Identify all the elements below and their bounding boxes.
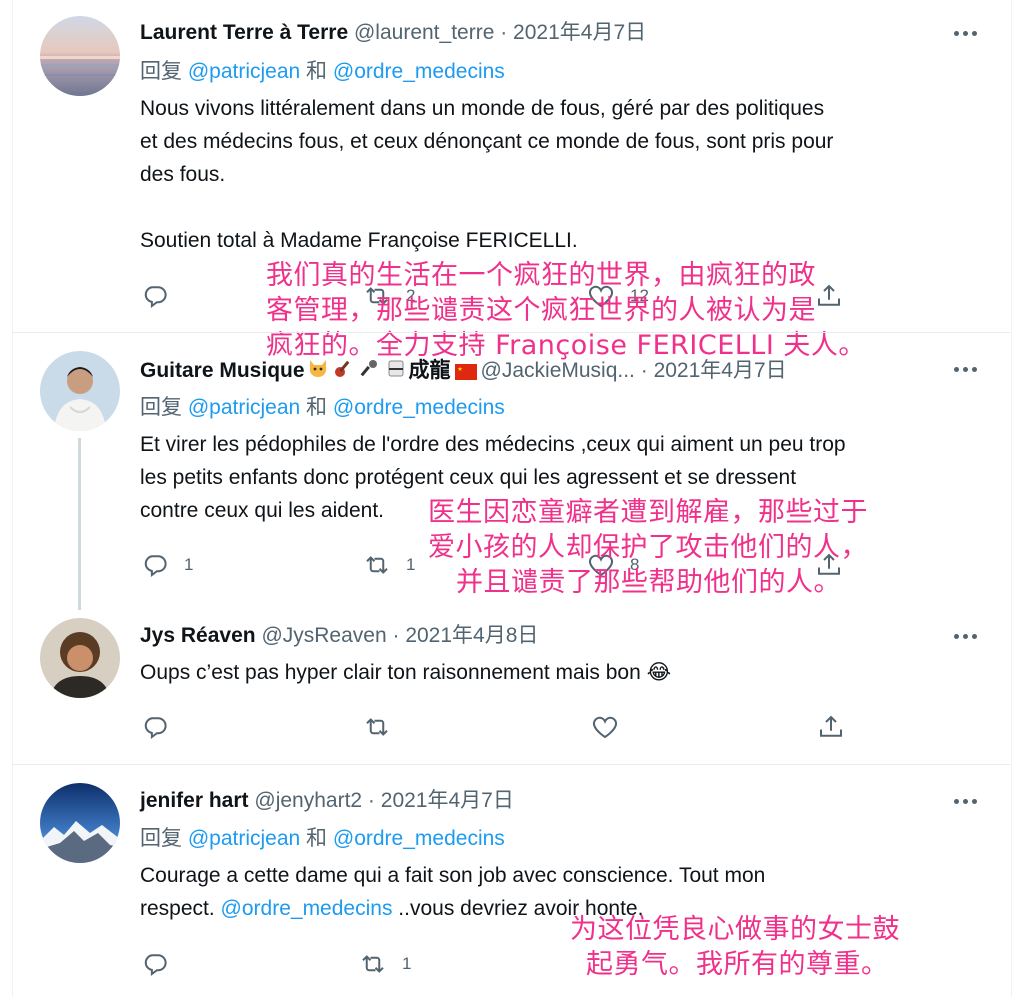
- thread-connector: [78, 438, 81, 610]
- microphone-emoji-icon: [358, 356, 382, 387]
- tweet-header: jenifer hart @jenyhart2 · 2021年4月7日: [140, 788, 514, 814]
- timestamp[interactable]: 2021年4月7日: [654, 359, 787, 382]
- mention-link[interactable]: @patricjean: [188, 396, 300, 419]
- display-name[interactable]: Jys Réaven: [140, 624, 256, 647]
- reply-icon: [144, 954, 167, 976]
- timestamp[interactable]: 2021年4月7日: [381, 789, 514, 812]
- tweet-thread-page: Laurent Terre à Terre @laurent_terre · 2…: [0, 0, 1024, 997]
- retweet-icon: [366, 718, 388, 736]
- separator: ·: [362, 789, 381, 812]
- mention-link[interactable]: @ordre_medecins: [333, 60, 505, 83]
- overlay-line: 为这位凭良心做事的女士鼓: [570, 914, 900, 945]
- reply-button[interactable]: 1: [140, 549, 193, 581]
- replying-to: 回复 @patricjean 和 @ordre_medecins: [140, 395, 505, 421]
- like-button[interactable]: [590, 711, 634, 743]
- reply-prefix: 回复: [140, 827, 188, 850]
- mention-link[interactable]: @ordre_medecins: [221, 897, 393, 920]
- display-name[interactable]: jenifer hart: [140, 789, 249, 812]
- china-flag-icon: [454, 363, 477, 380]
- retweet-button[interactable]: 1: [362, 549, 415, 581]
- retweet-button[interactable]: 1: [358, 948, 411, 980]
- overlay-line: 我们真的生活在一个疯狂的世界，由疯狂的政: [266, 260, 816, 291]
- retweet-count: 1: [402, 954, 412, 973]
- overlay-line: 并且谴责了那些帮助他们的人。: [456, 567, 841, 598]
- tweet-header: Jys Réaven @JysReaven · 2021年4月8日: [140, 623, 538, 649]
- reply-and: 和: [300, 396, 333, 419]
- translation-overlay: 我们真的生活在一个疯狂的世界，由疯狂的政 客管理，那些谴责这个疯狂世界的人被认为…: [266, 258, 866, 363]
- retweet-icon: [362, 955, 384, 973]
- separator: ·: [494, 21, 514, 44]
- translation-overlay: 为这位凭良心做事的女士鼓 起勇气。我所有的尊重。: [570, 912, 900, 982]
- avatar-landscape-image: [40, 16, 120, 96]
- guitar-emoji-icon: [332, 356, 356, 387]
- retweet-icon: [366, 556, 388, 574]
- retweet-button[interactable]: [362, 711, 406, 743]
- reply-and: 和: [300, 827, 333, 850]
- more-options-icon[interactable]: [950, 798, 982, 806]
- separator: ·: [634, 359, 654, 383]
- handle[interactable]: @JysReaven: [261, 624, 386, 647]
- handle[interactable]: @JackieMusiq...: [481, 359, 635, 382]
- display-name-suffix: 成龍: [408, 359, 451, 383]
- share-icon: [820, 715, 842, 737]
- display-name[interactable]: Laurent Terre à Terre: [140, 21, 348, 44]
- reply-icon: [144, 286, 167, 308]
- mention-link[interactable]: @patricjean: [188, 60, 300, 83]
- martial-arts-emoji-icon: [384, 356, 408, 387]
- tweet-text: Nous vivons littéralement dans un monde …: [140, 97, 834, 252]
- overlay-line: 医生因恋童癖者遭到解雇，那些过于: [428, 497, 868, 528]
- avatar[interactable]: [40, 16, 120, 96]
- avatar-person-image: [40, 351, 120, 431]
- overlay-line: 起勇气。我所有的尊重。: [586, 949, 889, 980]
- avatar[interactable]: [40, 618, 120, 698]
- mention-link[interactable]: @patricjean: [188, 827, 300, 850]
- divider: [12, 332, 1010, 333]
- reply-icon: [144, 717, 167, 739]
- reply-button[interactable]: [140, 280, 184, 312]
- reply-prefix: 回复: [140, 396, 188, 419]
- avatar-mountain-image: [40, 783, 120, 863]
- avatar[interactable]: [40, 783, 120, 863]
- replying-to: 回复 @patricjean 和 @ordre_medecins: [140, 826, 505, 852]
- timestamp[interactable]: 2021年4月7日: [513, 21, 646, 44]
- reply-count: 1: [184, 555, 194, 574]
- reply-icon: [144, 555, 167, 577]
- reply-prefix: 回复: [140, 60, 188, 83]
- tweet-header: Guitare Musique 成龍 @JackieMusiq... · 2021年…: [140, 356, 787, 387]
- more-options-icon[interactable]: [950, 633, 982, 641]
- divider: [12, 764, 1010, 765]
- tweet-header: Laurent Terre à Terre @laurent_terre · 2…: [140, 20, 646, 46]
- reply-button[interactable]: [140, 948, 184, 980]
- tweet-text: Oups c’est pas hyper clair ton raisonnem…: [140, 661, 672, 684]
- translation-overlay: 医生因恋童癖者遭到解雇，那些过于 爱小孩的人却保护了攻击他们的人， 并且谴责了那…: [428, 495, 868, 600]
- handle[interactable]: @laurent_terre: [354, 21, 494, 44]
- reply-button[interactable]: [140, 711, 184, 743]
- heart-icon: [592, 716, 618, 739]
- retweet-count: 1: [406, 555, 416, 574]
- overlay-line: 爱小孩的人却保护了攻击他们的人，: [428, 532, 868, 563]
- mention-link[interactable]: @ordre_medecins: [333, 827, 505, 850]
- reply-and: 和: [300, 60, 333, 83]
- display-name[interactable]: Guitare Musique: [140, 359, 305, 382]
- tweet-actions: [140, 711, 860, 743]
- handle[interactable]: @jenyhart2: [254, 789, 362, 812]
- share-button[interactable]: [816, 711, 846, 743]
- avatar[interactable]: [40, 351, 120, 431]
- timestamp[interactable]: 2021年4月8日: [405, 624, 538, 647]
- overlay-line: 客管理，那些谴责这个疯狂世界的人被认为是: [266, 295, 816, 326]
- more-options-icon[interactable]: [950, 30, 982, 38]
- mention-link[interactable]: @ordre_medecins: [333, 396, 505, 419]
- separator: ·: [386, 624, 406, 647]
- cat-emoji-icon: [306, 356, 330, 387]
- more-options-icon[interactable]: [950, 366, 982, 374]
- avatar-person-image: [40, 618, 120, 698]
- replying-to: 回复 @patricjean 和 @ordre_medecins: [140, 59, 505, 85]
